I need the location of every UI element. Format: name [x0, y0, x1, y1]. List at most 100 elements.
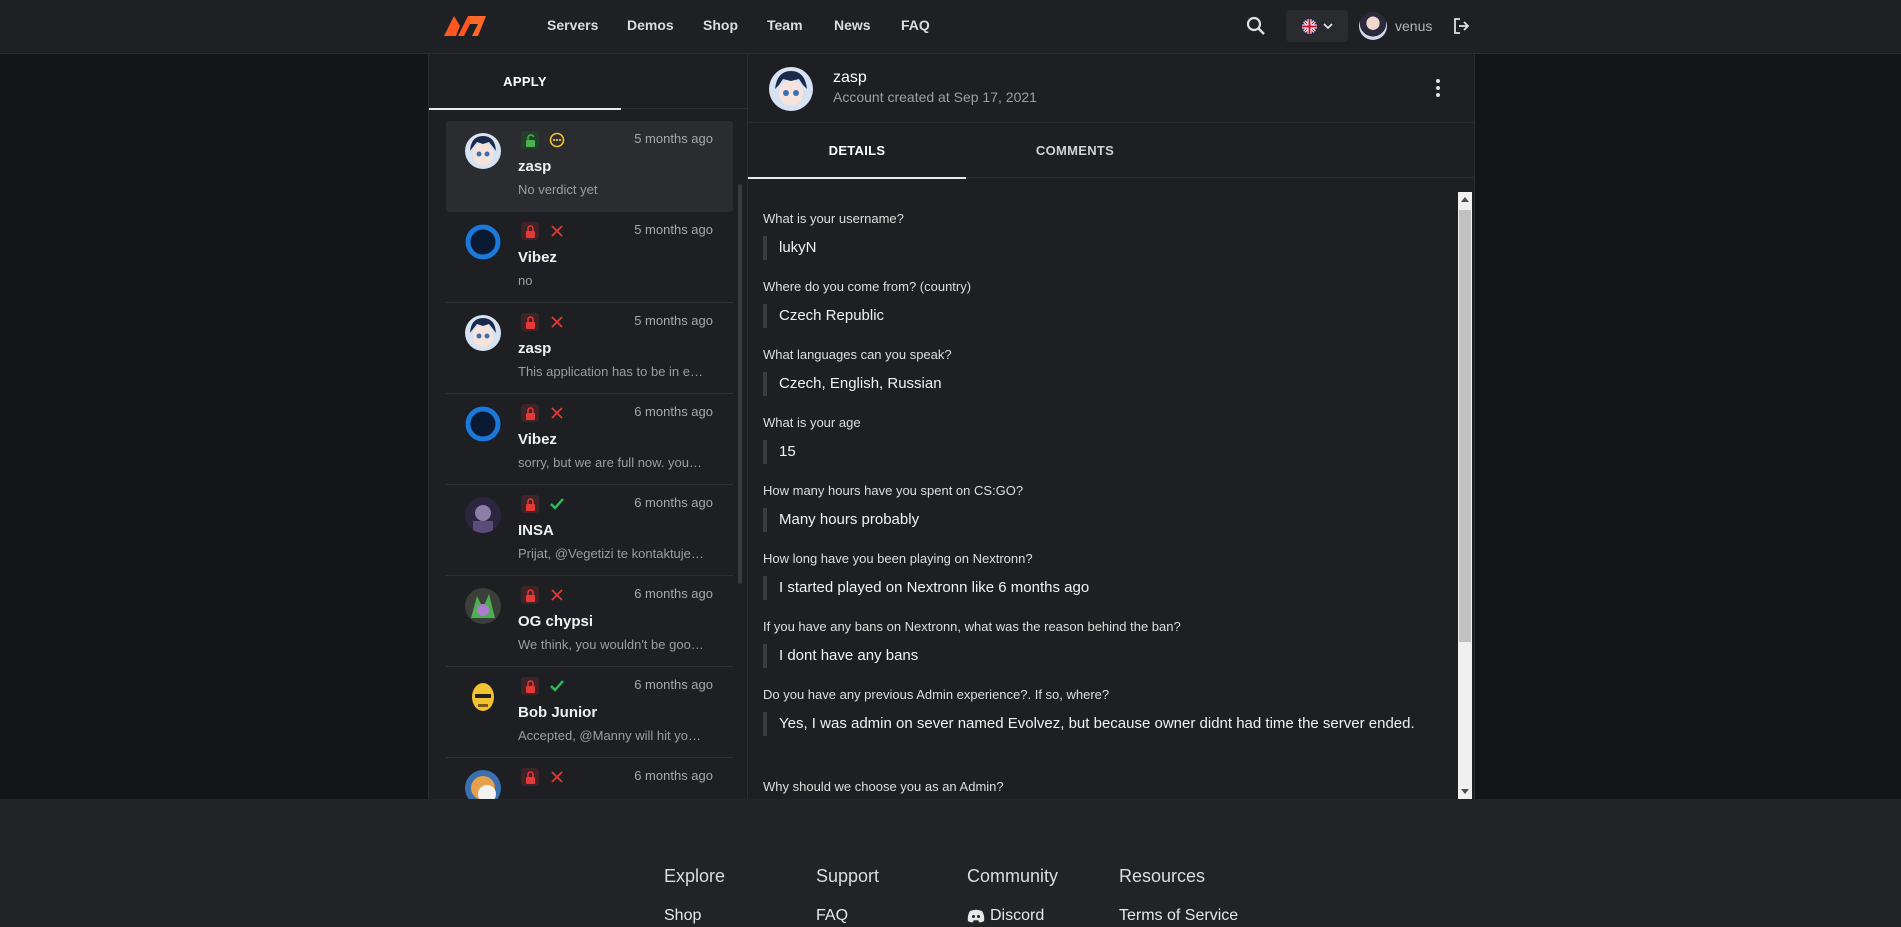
nav-link-news[interactable]: News	[834, 17, 871, 33]
question-label: How many hours have you spent on CS:GO?	[763, 483, 1024, 498]
search-icon	[1246, 16, 1265, 35]
applications-panel: APPLY 5 months ago zasp No verdict yet 5 mo…	[428, 54, 748, 799]
pending-icon	[548, 131, 566, 149]
close-icon	[548, 404, 566, 422]
footer-link-label: Terms of Service	[1119, 907, 1239, 924]
lock-icon	[521, 677, 539, 695]
tab-comments[interactable]: COMMENTS	[966, 123, 1184, 178]
qa-item: How long have you been playing on Nextro…	[763, 551, 1423, 600]
answer-text: lukyN	[763, 236, 1423, 260]
details-scrollbar[interactable]	[1458, 192, 1472, 799]
footer-heading-support: Support	[816, 866, 880, 886]
close-icon	[548, 768, 566, 786]
nav-link-servers[interactable]: Servers	[547, 17, 598, 33]
detail-tabbar: DETAILS COMMENTS	[748, 123, 1474, 179]
uk-flag-icon	[1301, 18, 1317, 34]
logout-icon[interactable]	[1452, 16, 1470, 36]
discord-icon	[967, 909, 985, 923]
footer-heading-explore: Explore	[664, 866, 726, 886]
scroll-down-icon[interactable]	[1461, 789, 1469, 794]
scrollbar-thumb[interactable]	[1459, 210, 1471, 642]
avatar	[465, 133, 501, 169]
chevron-down-icon	[1322, 23, 1333, 30]
question-label: What is your username?	[763, 211, 904, 226]
question-label: How long have you been playing on Nextro…	[763, 551, 1033, 566]
avatar	[465, 315, 501, 351]
avatar	[769, 67, 813, 111]
avatar	[465, 497, 501, 533]
qa-item: If you have any bans on Nextronn, what w…	[763, 619, 1423, 668]
application-item[interactable]: 5 months ago zasp This application has to …	[446, 303, 733, 394]
question-label: Why should we choose you as an Admin?	[763, 779, 1004, 794]
question-label: Where do you come from? (country)	[763, 279, 972, 294]
footer-link-label: Shop	[664, 907, 702, 924]
answer-text: I started played on Nextronn like 6 mont…	[763, 576, 1423, 600]
footer-link-shop[interactable]: Shop	[664, 907, 701, 925]
avatar	[465, 588, 501, 624]
scroll-up-icon[interactable]	[1461, 197, 1469, 202]
unlock-icon	[521, 131, 539, 149]
application-time: 6 months ago	[634, 495, 713, 510]
qa-item: Where do you come from? (country) Czech R…	[763, 279, 1423, 328]
footer-link-faq[interactable]: FAQ	[816, 907, 848, 925]
application-time: 5 months ago	[634, 313, 713, 328]
lock-icon	[521, 313, 539, 331]
application-item[interactable]: 6 months ago Vibez sorry, but we are full …	[446, 394, 733, 485]
user-menu[interactable]: venus	[1359, 10, 1432, 42]
username-label: venus	[1395, 18, 1433, 34]
top-navbar: Servers Demos Shop Team News FAQ venus	[0, 0, 1901, 54]
search-button[interactable]	[1242, 10, 1270, 42]
qa-item: How many hours have you spent on CS:GO? M…	[763, 483, 1423, 532]
close-icon	[548, 586, 566, 604]
application-item[interactable]: 6 months ago	[446, 758, 733, 799]
applicant-name: Vibez	[518, 431, 557, 448]
lock-icon	[521, 222, 539, 240]
application-list: 5 months ago zasp No verdict yet 5 months a…	[446, 121, 733, 799]
application-time: 6 months ago	[634, 677, 713, 692]
avatar	[465, 679, 501, 715]
application-item[interactable]: 5 months ago zasp No verdict yet	[446, 121, 733, 212]
nav-link-shop[interactable]: Shop	[703, 17, 738, 33]
question-label: Do you have any previous Admin experienc…	[763, 687, 1110, 702]
check-icon	[548, 495, 566, 513]
list-scrollbar[interactable]	[738, 184, 742, 584]
footer-link-terms[interactable]: Terms of Service	[1119, 907, 1238, 925]
application-item[interactable]: 6 months ago OG chypsi We think, you would…	[446, 576, 733, 667]
application-time: 5 months ago	[634, 222, 713, 237]
application-message: No verdict yet	[518, 182, 598, 197]
nav-link-demos[interactable]: Demos	[627, 17, 674, 33]
application-message: no	[518, 273, 533, 288]
tab-details[interactable]: DETAILS	[748, 123, 966, 179]
nav-link-team[interactable]: Team	[767, 17, 803, 33]
footer-link-discord[interactable]: Discord	[967, 907, 1044, 925]
tab-apply[interactable]: APPLY	[429, 54, 621, 110]
application-item[interactable]: 6 months ago INSA Prijat, @Vegetizi te kon…	[446, 485, 733, 576]
application-message: Accepted, @Manny will hit yo…	[518, 728, 701, 743]
check-icon	[548, 677, 566, 695]
applicant-name: INSA	[518, 522, 554, 539]
footer: Explore Shop Support FAQ Community Disco…	[0, 799, 1901, 927]
avatar	[465, 406, 501, 442]
language-selector[interactable]	[1286, 10, 1348, 42]
nav-link-faq[interactable]: FAQ	[901, 17, 930, 33]
qa-item: What is your age 15	[763, 415, 1423, 464]
application-message: Prijat, @Vegetizi te kontaktuje…	[518, 546, 704, 561]
footer-heading-resources: Resources	[1119, 866, 1206, 886]
application-item[interactable]: 6 months ago Bob Junior Accepted, @Manny w…	[446, 667, 733, 758]
qa-item: Do you have any previous Admin experienc…	[763, 687, 1423, 736]
site-logo[interactable]	[444, 12, 486, 38]
lock-icon	[521, 586, 539, 604]
lock-icon	[521, 404, 539, 422]
more-options-icon[interactable]	[1428, 78, 1448, 98]
application-detail-panel: zasp Account created at Sep 17, 2021 DET…	[748, 54, 1475, 799]
avatar	[465, 224, 501, 260]
left-tabbar: APPLY	[429, 54, 747, 110]
application-message: sorry, but we are full now. you…	[518, 455, 703, 470]
lock-icon	[521, 495, 539, 513]
answer-text: I dont have any bans	[763, 644, 1423, 668]
lock-icon	[521, 768, 539, 786]
application-item[interactable]: 5 months ago Vibez no	[446, 212, 733, 303]
close-icon	[548, 313, 566, 331]
answer-text: Yes, I was admin on sever named Evolvez,…	[763, 712, 1423, 736]
answer-text: Many hours probably	[763, 508, 1423, 532]
